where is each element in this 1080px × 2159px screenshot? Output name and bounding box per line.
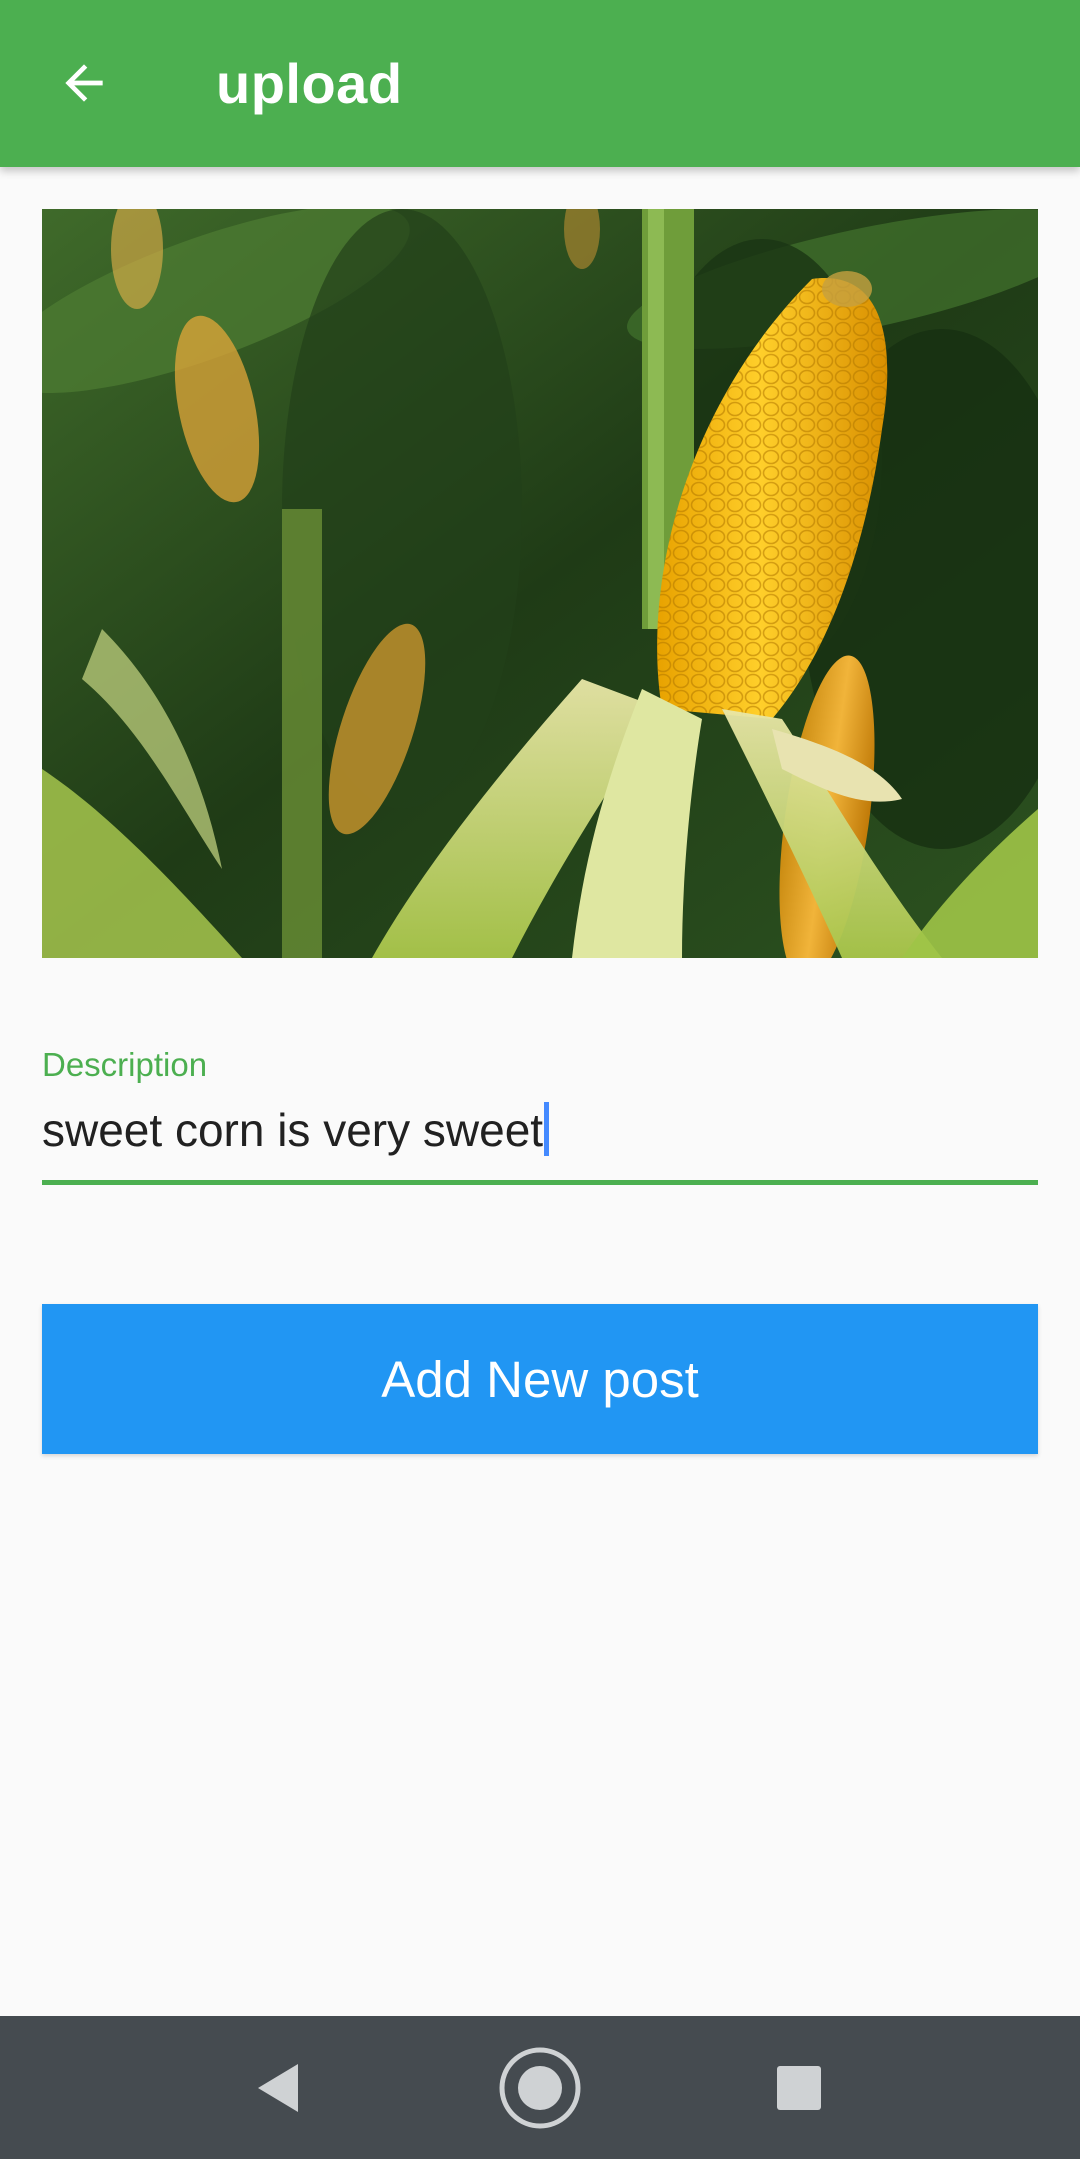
- arrow-left-icon: [65, 64, 103, 102]
- description-field[interactable]: Description sweet corn is very sweet: [42, 1040, 1038, 1186]
- circle-home-icon: [499, 2047, 581, 2128]
- description-value[interactable]: sweet corn is very sweet: [42, 1102, 550, 1157]
- nav-home-button[interactable]: [470, 2016, 610, 2159]
- system-nav-bar: [0, 2016, 1080, 2159]
- corn-photo-illustration: [42, 209, 1038, 958]
- preview-image: [42, 209, 1038, 958]
- field-underline: [42, 1180, 1038, 1185]
- page-title: upload: [216, 52, 403, 115]
- text-cursor: [544, 1102, 550, 1156]
- add-new-post-button[interactable]: Add New post: [42, 1304, 1038, 1454]
- nav-back-button[interactable]: [208, 2016, 348, 2159]
- description-label: Description: [42, 1046, 208, 1083]
- app-bar: upload: [0, 0, 1080, 167]
- nav-recents-button[interactable]: [729, 2016, 869, 2159]
- description-text: sweet corn is very sweet: [42, 1104, 544, 1156]
- triangle-back-icon: [258, 2063, 298, 2112]
- square-recents-icon: [777, 2065, 821, 2110]
- back-button[interactable]: [34, 33, 134, 133]
